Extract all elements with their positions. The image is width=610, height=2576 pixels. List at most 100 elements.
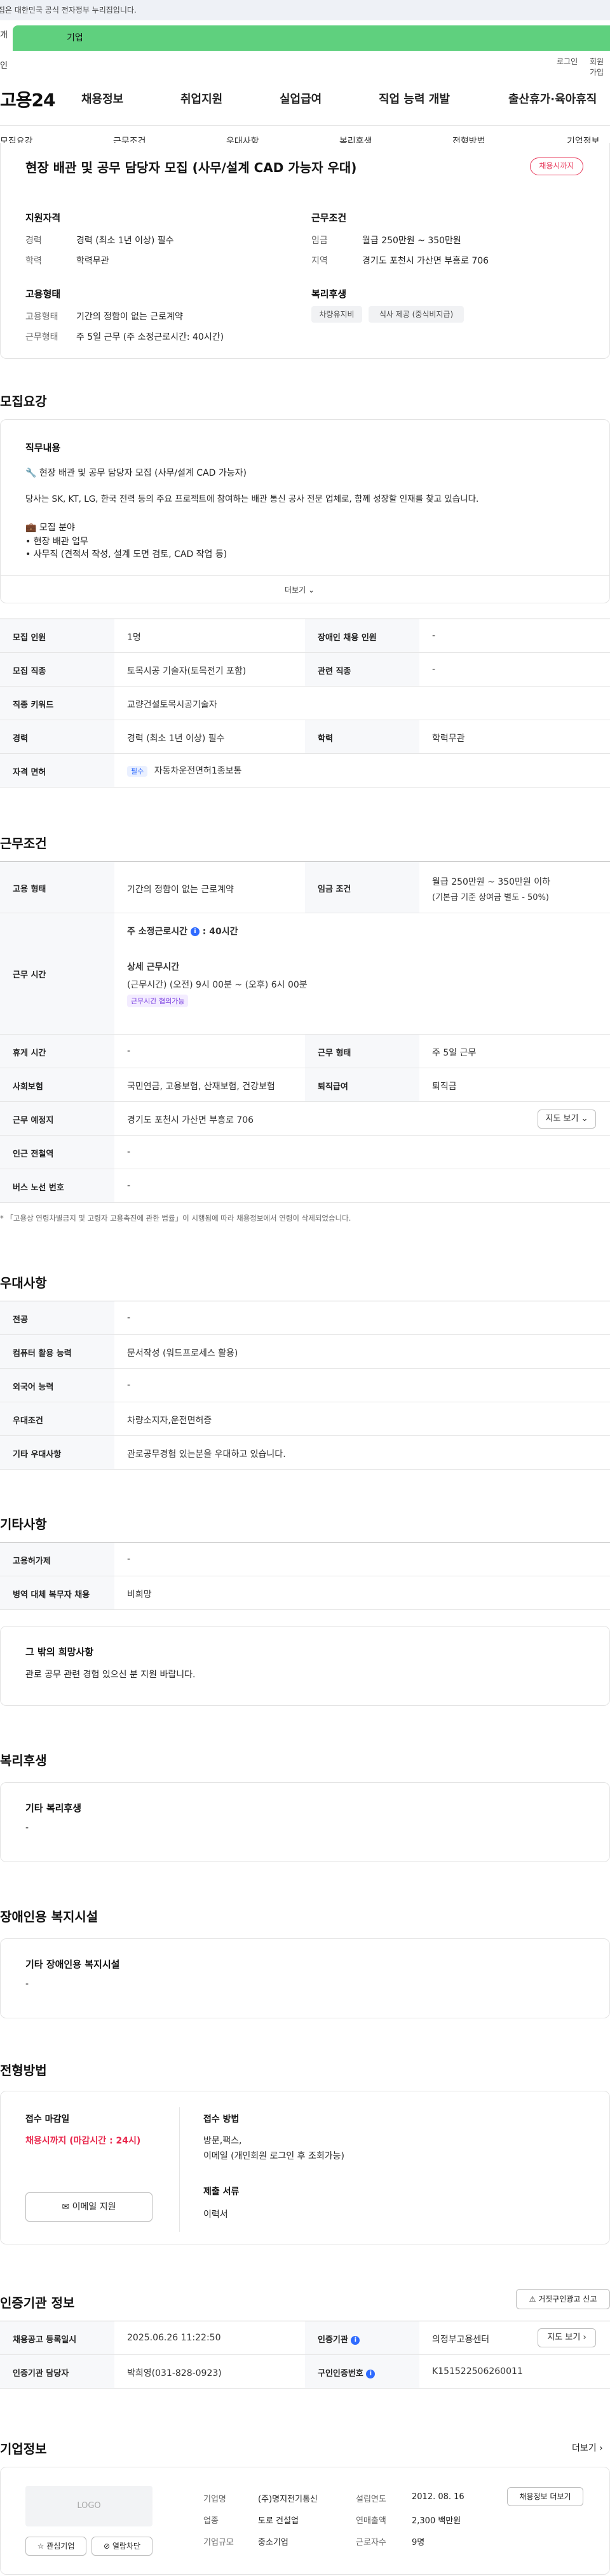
row-value: 토목시공 기술자(토목전기 포함) [127, 666, 247, 676]
gnb-parental-leave[interactable]: 출산휴가·육아휴직 [508, 90, 597, 107]
login-link[interactable]: 로그인 [557, 56, 578, 67]
site-logo[interactable]: 고용24 [0, 86, 55, 112]
welfare-chip-meal: 식사 제공 (중식비지급) [369, 306, 464, 323]
row-value: 1명 [127, 633, 141, 643]
row-key: 컴퓨터 활용 능력 [0, 1335, 114, 1368]
info-icon[interactable]: i [351, 2335, 360, 2345]
duty-more-label: 더보기 [285, 586, 306, 594]
row-value: 국민연금, 고용보험, 산재보험, 건강보험 [127, 1082, 275, 1092]
weekly-hours-value: 40시간 [209, 927, 238, 937]
weekly-hours: 주 소정근로시간 i : 40시간 [127, 927, 238, 937]
email-apply-button[interactable]: ✉ 이메일 지원 [25, 2192, 152, 2222]
row-key: 임금 조건 [305, 862, 419, 913]
company-value: 9명 [412, 2538, 425, 2547]
emp-shape-key: 근무형태 [25, 332, 58, 342]
duty-line-2: 당사는 SK, KT, LG, 한국 전력 등의 주요 프로젝트에 참여하는 배… [25, 494, 479, 504]
divider [0, 1469, 610, 1470]
block-view-button[interactable]: ⊘ 열람차단 [92, 2537, 152, 2556]
qual-career-value: 경력 (최소 1년 이상) 필수 [76, 236, 174, 246]
deadline-badge: 채용시까지 [530, 158, 583, 175]
row-key: 전공 [0, 1301, 114, 1334]
row-key: 퇴직급여 [305, 1068, 419, 1101]
row-key: 근무 예정지 [0, 1102, 114, 1135]
docs-title: 제출 서류 [203, 2187, 240, 2197]
welfare-section-title: 복리후생 [0, 1753, 47, 1768]
row-key: 근무 형태 [305, 1035, 419, 1068]
license-value: 필수 자동차운전면허1종보통 [127, 764, 241, 777]
qual-title: 지원자격 [25, 212, 61, 224]
row-value: 관로공무경험 있는분을 우대하고 있습니다. [127, 1449, 286, 1459]
company-more-label: 더보기 [572, 2443, 597, 2453]
divider [179, 2107, 180, 2232]
deadline-value: 채용시까지 (마감시간 : 24시) [25, 2136, 141, 2146]
agency-map-button[interactable]: 지도 보기 › [538, 2328, 596, 2347]
row-value: 기간의 정함이 없는 근로계약 [127, 885, 234, 895]
divider [0, 575, 610, 576]
wish-card [0, 1626, 610, 1706]
map-view-label: 지도 보기 [545, 1114, 579, 1124]
emp-title: 고용형태 [25, 288, 61, 300]
favorite-company-label: 관심기업 [46, 2542, 75, 2551]
deadline-title: 접수 마감일 [25, 2114, 70, 2124]
row-value: - [432, 631, 436, 641]
disabled-box-value: - [25, 1979, 29, 1989]
row-value: 경력 (최소 1년 이상) 필수 [127, 734, 225, 744]
no-key-label: 구인인증번호 [318, 2369, 363, 2378]
row-value: 주 5일 근무 [432, 1048, 477, 1058]
row-value: 문서작성 (워드프로세스 활용) [127, 1348, 238, 1358]
gnb-unemployment-benefit[interactable]: 실업급여 [280, 90, 322, 107]
false-ad-report-button[interactable]: ⚠ 거짓구인광고 신고 [516, 2289, 610, 2309]
row-value: - [127, 1380, 131, 1390]
row-key: 인증기관 i [305, 2321, 419, 2354]
map-view-button[interactable]: 지도 보기 ⌄ [538, 1110, 596, 1129]
docs-value: 이력서 [203, 2210, 228, 2220]
disabled-section-title: 장애인용 복지시설 [0, 1909, 98, 1924]
report-icon: ⚠ [529, 2295, 536, 2304]
row-key: 장애인 채용 인원 [305, 619, 419, 652]
wish-text: 관로 공무 관련 경험 있으신 분 지원 바랍니다. [25, 1670, 196, 1680]
emp-type-value: 기간의 정함이 없는 근로계약 [76, 312, 183, 322]
weekly-hours-label: 주 소정근로시간 [127, 927, 188, 937]
chevron-right-icon: › [599, 2443, 603, 2453]
license-text: 자동차운전면허1종보통 [154, 766, 242, 776]
cond-title: 근무조건 [311, 212, 347, 224]
row-key: 모집 직종 [0, 653, 114, 686]
row-key: 근무 시간 [0, 913, 114, 1034]
company-key: 설립연도 [356, 2495, 386, 2504]
row-value: - [127, 1046, 131, 1056]
hours-negotiable-tag: 근무시간 협의가능 [127, 995, 189, 1007]
row-key: 병역 대체 복무자 채용 [0, 1576, 114, 1609]
qual-career-key: 경력 [25, 236, 42, 246]
tab-corporate[interactable]: 기업 [13, 25, 610, 51]
row-key: 고용허가제 [0, 1543, 114, 1576]
row-value: - [127, 1147, 131, 1157]
company-value: 중소기업 [258, 2538, 288, 2547]
company-value: 도로 건설업 [258, 2516, 299, 2526]
info-icon[interactable]: i [366, 2369, 376, 2378]
company-section-title: 기업정보 [0, 2441, 47, 2457]
company-jobs-button[interactable]: 채용정보 더보기 [507, 2487, 583, 2506]
row-key: 모집 인원 [0, 619, 114, 652]
company-value: 2,300 백만원 [412, 2516, 461, 2526]
pref-section-title: 우대사항 [0, 1275, 47, 1291]
emp-type-key: 고용형태 [25, 312, 58, 322]
divider [0, 1202, 610, 1203]
info-icon[interactable]: i [190, 927, 200, 936]
gnb-employment-support[interactable]: 취업지원 [180, 90, 222, 107]
row-value: - [127, 1313, 131, 1323]
company-more-link[interactable]: 더보기 › [572, 2441, 603, 2454]
tab-personal[interactable]: 개인 [0, 20, 13, 70]
email-apply-label: 이메일 지원 [72, 2202, 116, 2212]
row-key: 기타 우대사항 [0, 1436, 114, 1469]
block-icon: ⊘ [103, 2542, 111, 2551]
row-value: - [127, 1554, 131, 1564]
gnb-vocational-training[interactable]: 직업 능력 개발 [379, 90, 450, 107]
method-title: 접수 방법 [203, 2114, 240, 2124]
agency-section-title: 인증기관 정보 [0, 2295, 75, 2311]
welfare-title: 복리후생 [311, 288, 347, 300]
gnb-jobs[interactable]: 채용정보 [81, 90, 123, 107]
duty-more-button[interactable]: 더보기 ⌄ [285, 584, 315, 595]
cond-region-value: 경기도 포천시 가산면 부흥로 706 [362, 256, 489, 266]
favorite-company-button[interactable]: ☆ 관심기업 [25, 2537, 86, 2556]
row-value: 비희망 [127, 1590, 152, 1600]
